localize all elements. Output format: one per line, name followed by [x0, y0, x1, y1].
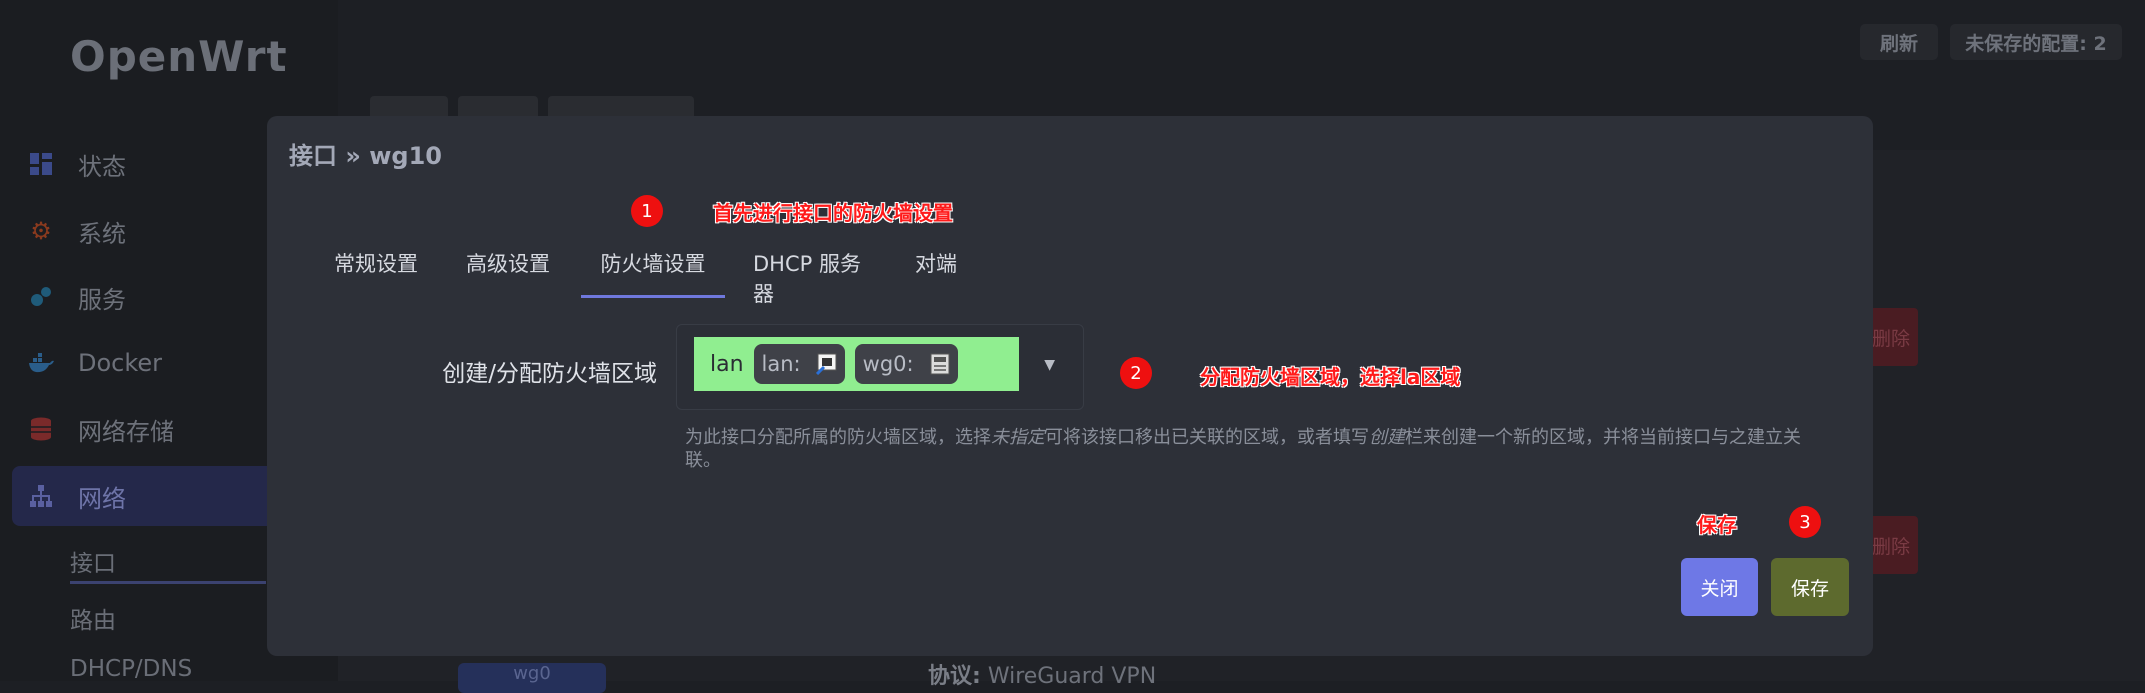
services-icon	[28, 284, 54, 310]
save-button[interactable]: 保存	[1771, 558, 1849, 616]
gear-icon: ⚙	[30, 217, 52, 245]
annotation-step-2-text: 分配防火墙区域，选择la区域	[1200, 365, 1461, 389]
docker-icon	[28, 350, 54, 376]
tab-general-settings[interactable]: 常规设置	[333, 248, 419, 298]
selected-zone: lan lan: wg0:	[694, 337, 1019, 391]
network-icon	[28, 483, 54, 509]
unsaved-changes-button[interactable]: 未保存的配置: 2	[1950, 24, 2122, 60]
sidebar-item-label: 服务	[78, 285, 126, 314]
help-text-emphasis: 创建	[1369, 427, 1405, 448]
sidebar-item-label: 网络	[78, 484, 126, 513]
tab-dhcp-server[interactable]: DHCP 服务器	[753, 248, 881, 306]
tab-peers[interactable]: 对端	[911, 248, 961, 298]
chip-label: lan:	[761, 352, 801, 376]
annotation-step-1-marker: 1	[631, 195, 663, 227]
refresh-button[interactable]: 刷新	[1860, 24, 1938, 60]
help-text-part: 为此接口分配所属的防火墙区域，选择	[685, 427, 991, 448]
firewall-zone-label: 创建/分配防火墙区域	[442, 361, 657, 387]
firewall-zone-dropdown[interactable]: lan lan: wg0: ▼	[676, 324, 1084, 410]
sidebar-subitem-interfaces[interactable]: 接口	[70, 544, 116, 578]
firewall-zone-help: 为此接口分配所属的防火墙区域，选择未指定可将该接口移出已关联的区域，或者填写创建…	[685, 426, 1815, 472]
sidebar-subitem-routes[interactable]: 路由	[70, 601, 116, 635]
annotation-step-3-marker: 3	[1789, 506, 1821, 538]
background-interface-badge: wg0	[458, 663, 606, 693]
sidebar-item-label: 系统	[78, 219, 126, 248]
annotation-step-3-text: 保存	[1697, 513, 1737, 537]
zone-member-chip-wg0: wg0:	[854, 344, 958, 384]
help-text-part: 可将该接口移出已关联的区域，或者填写	[1045, 427, 1369, 448]
app-logo: OpenWrt	[70, 32, 288, 81]
background-protocol: 协议: WireGuard VPN	[928, 658, 1156, 690]
tab-firewall-settings[interactable]: 防火墙设置	[581, 248, 725, 298]
chip-label: wg0:	[862, 352, 914, 376]
tunnel-icon	[928, 352, 952, 376]
sidebar-subitem-active-indicator	[70, 581, 266, 584]
dashboard-icon	[28, 151, 54, 177]
sidebar-item-label: 网络存储	[78, 417, 174, 446]
protocol-value: WireGuard VPN	[987, 664, 1157, 689]
protocol-label: 协议:	[928, 664, 981, 689]
annotation-step-1-text: 首先进行接口的防火墙设置	[713, 201, 953, 225]
sidebar-item-label: Docker	[78, 349, 163, 377]
zone-member-chip-lan: lan:	[753, 344, 845, 384]
sidebar-item-label: 状态	[78, 152, 126, 181]
ethernet-port-icon	[815, 352, 839, 376]
chevron-down-icon[interactable]: ▼	[1044, 357, 1055, 373]
sidebar-subitem-dhcp-dns[interactable]: DHCP/DNS	[70, 656, 192, 682]
interface-edit-dialog: 接口 » wg10 常规设置 高级设置 防火墙设置 DHCP 服务器 对端 创建…	[267, 116, 1873, 656]
tab-advanced-settings[interactable]: 高级设置	[465, 248, 551, 298]
annotation-step-2-marker: 2	[1120, 357, 1152, 389]
storage-icon	[28, 416, 54, 442]
zone-name: lan	[710, 351, 744, 377]
help-text-emphasis: 未指定	[991, 427, 1045, 448]
close-button[interactable]: 关闭	[1681, 558, 1758, 616]
dialog-title: 接口 » wg10	[289, 142, 442, 170]
